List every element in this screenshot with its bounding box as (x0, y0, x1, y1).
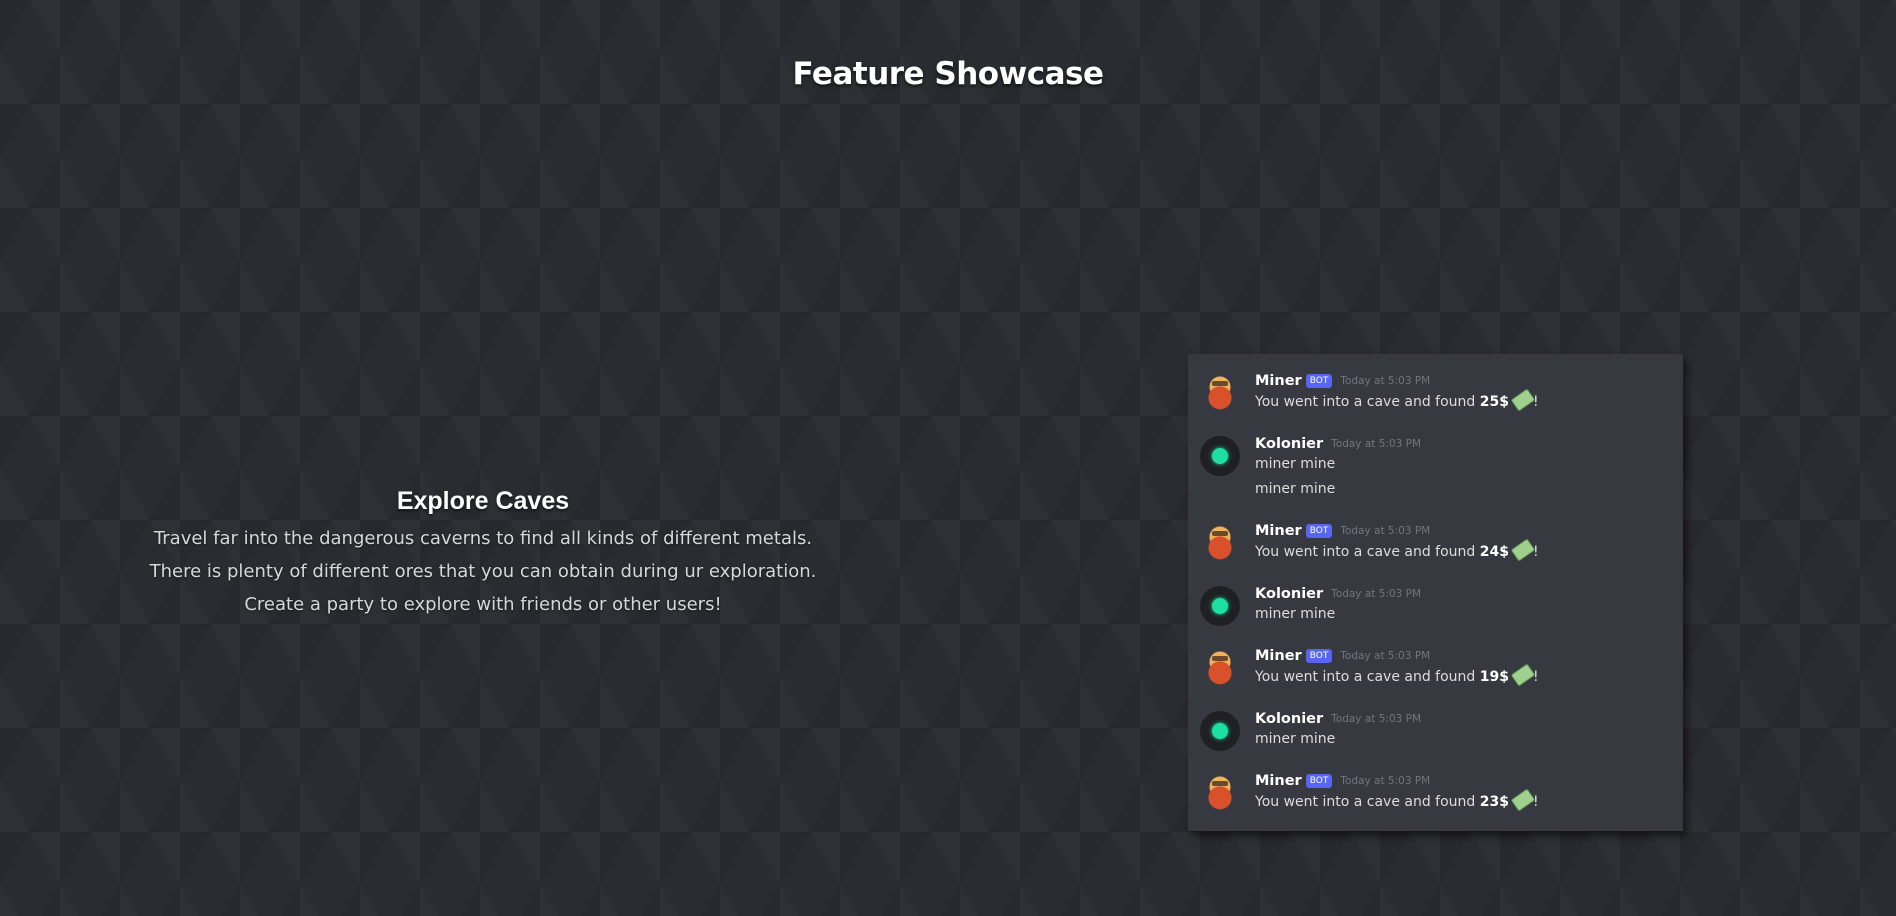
found-amount: 19$ (1479, 669, 1509, 685)
message-username: Kolonier (1255, 711, 1324, 727)
money-wings-icon (1510, 788, 1536, 812)
message-text: miner mine (1255, 731, 1336, 747)
green-dot-avatar-icon (1200, 436, 1240, 476)
miner-avatar-icon (1200, 773, 1240, 813)
found-amount: 25$ (1479, 394, 1509, 410)
message-timestamp: Today at 5:03 PM (1340, 375, 1431, 387)
message-username: Miner (1255, 373, 1302, 389)
feature-description-line: There is plenty of different ores that y… (149, 561, 817, 582)
page-title: Feature Showcase (792, 56, 1104, 92)
message-timestamp: Today at 5:03 PM (1340, 525, 1431, 537)
message-timestamp: Today at 5:03 PM (1331, 588, 1422, 600)
message-username: Kolonier (1255, 586, 1324, 602)
message-username: Miner (1255, 773, 1302, 789)
green-dot-avatar-icon (1200, 586, 1240, 626)
money-wings-icon (1510, 663, 1536, 687)
feature-description-line: Create a party to explore with friends o… (244, 594, 722, 615)
message-timestamp: Today at 5:03 PM (1340, 650, 1431, 662)
message-timestamp: Today at 5:03 PM (1340, 775, 1431, 787)
bot-tag-badge: BOT (1305, 524, 1333, 538)
message-text: You went into a cave and found 25$! (1255, 388, 1539, 412)
message-text: You went into a cave and found 23$! (1255, 788, 1539, 812)
found-amount: 24$ (1479, 544, 1509, 560)
message-text: miner mine (1255, 606, 1336, 622)
message-text: miner mine (1255, 456, 1336, 472)
miner-avatar-icon (1200, 523, 1240, 563)
message-text: miner mine (1255, 481, 1336, 497)
found-amount: 23$ (1479, 794, 1509, 810)
miner-avatar-icon (1200, 648, 1240, 688)
money-wings-icon (1510, 388, 1536, 412)
feature-description-line: Travel far into the dangerous caverns to… (153, 528, 813, 549)
money-wings-icon (1510, 538, 1536, 562)
bot-tag-badge: BOT (1305, 774, 1333, 788)
chat-preview-panel: Miner BOT Today at 5:03 PM You went into… (1188, 354, 1683, 831)
bot-tag-badge: BOT (1305, 649, 1333, 663)
bot-tag-badge: BOT (1305, 374, 1333, 388)
message-username: Miner (1255, 648, 1302, 664)
message-text: You went into a cave and found 19$! (1255, 663, 1539, 687)
message-text: You went into a cave and found 24$! (1255, 538, 1539, 562)
message-timestamp: Today at 5:03 PM (1331, 438, 1422, 450)
miner-avatar-icon (1200, 373, 1240, 413)
green-dot-avatar-icon (1200, 711, 1240, 751)
message-username: Miner (1255, 523, 1302, 539)
feature-text-block: Explore Caves Travel far into the danger… (130, 487, 836, 621)
feature-title: Explore Caves (396, 487, 570, 515)
message-username: Kolonier (1255, 436, 1324, 452)
message-timestamp: Today at 5:03 PM (1331, 713, 1422, 725)
